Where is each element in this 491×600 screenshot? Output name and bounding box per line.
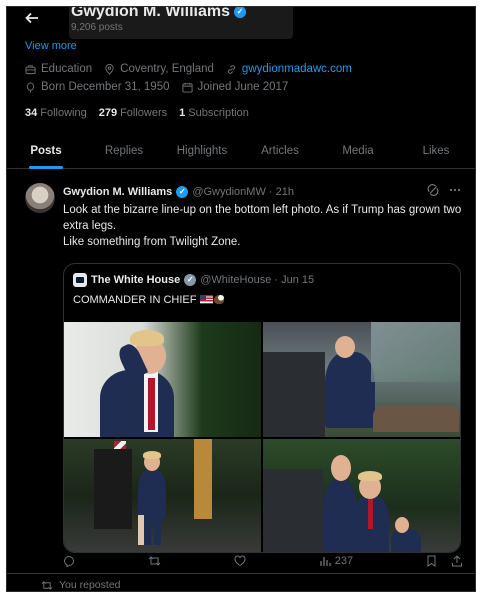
link-icon: [227, 64, 235, 74]
view-more-link[interactable]: View more: [25, 40, 77, 52]
calendar-icon: [181, 82, 193, 93]
verified-icon: ✓: [233, 7, 246, 18]
tab-replies[interactable]: Replies: [85, 135, 163, 168]
more-options-icon[interactable]: [449, 184, 461, 196]
post-header: Gwydion M. Williams ✓ @GwydionMW · 21h: [63, 186, 294, 198]
briefcase-icon: [25, 64, 36, 74]
tab-highlights[interactable]: Highlights: [163, 135, 241, 168]
post[interactable]: Gwydion M. Williams ✓ @GwydionMW · 21h L…: [7, 171, 475, 577]
photo-walking[interactable]: [64, 438, 261, 552]
repost-icon: [148, 556, 161, 566]
eagle-icon: [213, 295, 224, 304]
repost-button[interactable]: [148, 555, 161, 567]
quoted-handle-time: @WhiteHouse · Jun 15: [200, 274, 315, 286]
post-author-name[interactable]: Gwydion M. Williams: [63, 186, 172, 198]
photo-salute[interactable]: [64, 322, 261, 437]
post-action-bar: 237: [63, 555, 463, 567]
share-icon[interactable]: [451, 555, 463, 567]
profile-location: Coventry, England: [120, 63, 214, 75]
balloon-icon: [26, 81, 35, 93]
profile-meta-row-1: Education Coventry, England gwydionmadaw…: [25, 63, 352, 75]
tab-articles[interactable]: Articles: [241, 135, 319, 168]
reply-icon: [64, 555, 74, 567]
views-count: 237: [334, 555, 354, 567]
post-secondary-actions: [426, 555, 463, 567]
follow-stats: 34 Following 279 Followers 1 Subscription: [25, 107, 249, 119]
views-chart-icon: [320, 557, 331, 566]
profile-name: Gwydion M. Williams: [71, 6, 230, 20]
grok-icon[interactable]: [427, 184, 439, 196]
profile-tabs: Posts Replies Highlights Articles Media …: [7, 135, 475, 169]
views-button[interactable]: 237: [319, 555, 353, 567]
reply-button[interactable]: [63, 555, 75, 567]
posts-count: 9,206 posts: [71, 22, 123, 33]
quoted-text: COMMANDER IN CHIEF: [73, 294, 224, 306]
profile-meta-row-2: Born December 31, 1950 Joined June 2017: [25, 81, 288, 93]
post-text: Look at the bizarre line-up on the botto…: [63, 204, 462, 248]
tab-posts[interactable]: Posts: [7, 135, 85, 168]
white-house-avatar: [73, 273, 87, 287]
verified-icon: ✓: [184, 274, 197, 286]
profile-window: Gwydion M. Williams ✓ 9,206 posts View m…: [6, 6, 476, 592]
top-bar: Gwydion M. Williams ✓ 9,206 posts: [7, 7, 475, 43]
followers-link[interactable]: 279 Followers: [99, 107, 167, 119]
profile-joined-date: Joined June 2017: [197, 81, 289, 93]
following-link[interactable]: 34 Following: [25, 107, 87, 119]
profile-category: Education: [41, 63, 93, 75]
location-pin-icon: [105, 63, 114, 75]
like-button[interactable]: [234, 555, 246, 567]
repost-icon: [41, 580, 53, 590]
photo-crowd[interactable]: [263, 438, 460, 552]
bookmark-icon[interactable]: [426, 555, 437, 567]
post-divider: [7, 573, 475, 574]
quoted-author-name: The White House: [91, 274, 181, 286]
post-top-actions: [427, 184, 461, 196]
subscription-link[interactable]: 1 Subscription: [179, 107, 249, 119]
back-arrow-icon: [25, 12, 38, 24]
repost-label: You reposted: [59, 579, 121, 591]
verified-icon: ✓: [176, 186, 189, 198]
back-button[interactable]: [25, 11, 39, 25]
photo-grid: [64, 322, 460, 552]
quoted-post-header: The White House ✓ @WhiteHouse · Jun 15: [73, 273, 314, 287]
repost-indicator: You reposted: [41, 579, 121, 591]
tab-media[interactable]: Media: [319, 135, 397, 168]
us-flag-icon: [199, 295, 213, 304]
tab-likes[interactable]: Likes: [397, 135, 475, 168]
profile-birthdate: Born December 31, 1950: [41, 81, 170, 93]
photo-podium[interactable]: [263, 322, 460, 437]
quoted-post[interactable]: The White House ✓ @WhiteHouse · Jun 15 C…: [63, 263, 461, 553]
post-handle-time[interactable]: @GwydionMW · 21h: [192, 186, 294, 198]
avatar[interactable]: [25, 183, 55, 213]
heart-icon: [234, 555, 246, 567]
profile-website-link[interactable]: gwydionmadawc.com: [242, 63, 352, 75]
profile-header: Gwydion M. Williams ✓ 9,206 posts: [69, 6, 293, 39]
